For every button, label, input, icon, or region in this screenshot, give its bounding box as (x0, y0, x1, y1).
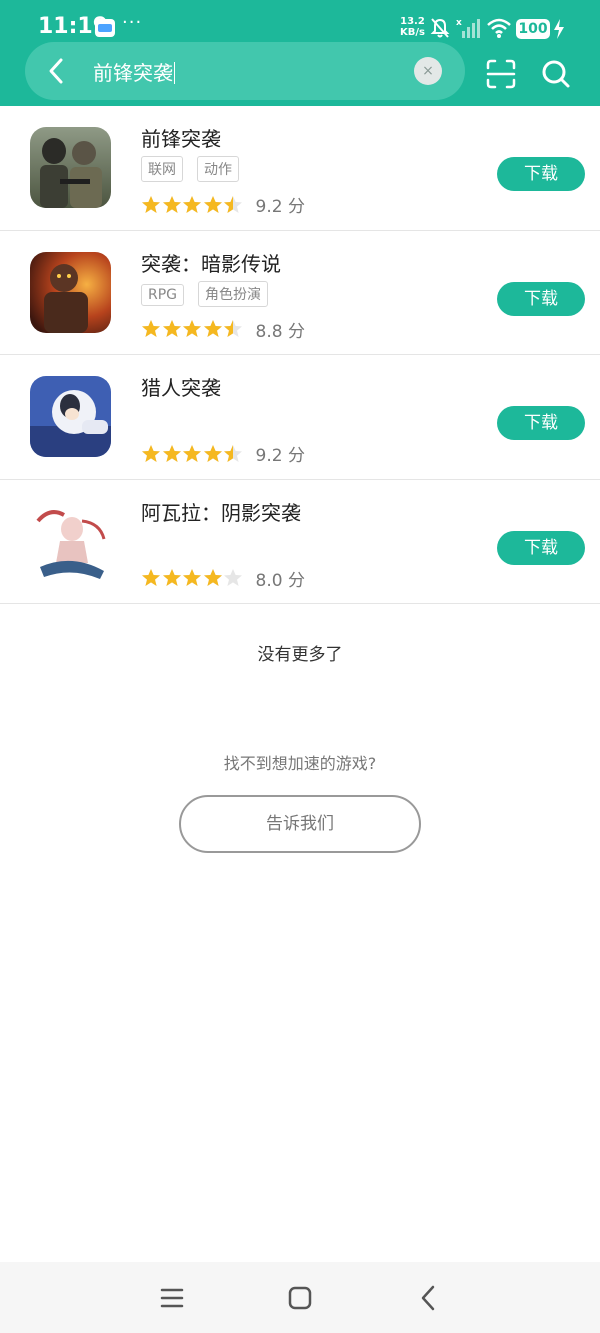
star-icon (203, 444, 222, 462)
star-icon (142, 195, 160, 213)
status-bar: 11:19 ··· 13.2 KB/s x 100 (0, 0, 600, 44)
star-icon (183, 195, 201, 213)
download-button[interactable]: 下载 (497, 406, 585, 440)
star-icon (203, 195, 222, 213)
home-icon[interactable] (288, 1286, 312, 1310)
star-rating-icons (141, 444, 244, 464)
tag-list: 联网 动作 (141, 156, 253, 182)
star-rating-icons (141, 319, 244, 339)
header: 11:19 ··· 13.2 KB/s x 100 前锋突袭 × (0, 0, 600, 106)
app-icon-avara-shadow-raid[interactable] (30, 500, 111, 582)
signal-icon: x (456, 18, 480, 38)
clear-search-button[interactable]: × (414, 57, 442, 85)
battery-level: 100 (516, 19, 550, 39)
tell-us-button[interactable]: 告诉我们 (179, 795, 421, 853)
app-name[interactable]: 突袭：暗影传说 (141, 248, 281, 277)
score: 8.8 分 (255, 321, 305, 342)
result-row[interactable]: 猎人突袭 9.2 分 下载 (0, 355, 600, 480)
star-icon (183, 320, 201, 337)
recent-apps-icon[interactable] (160, 1287, 184, 1309)
bell-muted-icon (430, 18, 450, 38)
text-caret (174, 62, 175, 84)
tag: 联网 (141, 156, 183, 182)
star-icon (224, 444, 242, 462)
system-nav-bar (0, 1262, 600, 1333)
search-bar[interactable]: 前锋突袭 × (25, 42, 465, 100)
star-rating-icons (141, 195, 244, 215)
rating: 8.0 分 (141, 566, 305, 591)
rating: 9.2 分 (141, 441, 305, 466)
result-row[interactable]: 阿瓦拉：阴影突袭 8.0 分 下载 (0, 480, 600, 604)
search-results-list: 前锋突袭 联网 动作 9.2 分 下载 突袭：暗影传说 RPG 角色扮演 8.8 分… (0, 106, 600, 604)
star-icon (224, 320, 242, 337)
score: 8.0 分 (255, 570, 305, 591)
download-button[interactable]: 下载 (497, 157, 585, 191)
star-icon (142, 320, 160, 337)
result-row[interactable]: 前锋突袭 联网 动作 9.2 分 下载 (0, 106, 600, 231)
star-icon (224, 195, 242, 213)
wifi-icon (487, 18, 511, 38)
net-speed: 13.2 KB/s (400, 16, 425, 38)
score: 9.2 分 (255, 197, 305, 217)
star-icon (162, 569, 181, 586)
rating: 9.2 分 (141, 192, 305, 217)
nav-back-icon[interactable] (418, 1285, 438, 1311)
app-name[interactable]: 前锋突袭 (141, 123, 221, 152)
star-rating-icons (141, 568, 244, 588)
star-icon (203, 320, 222, 337)
app-name[interactable]: 猎人突袭 (141, 372, 221, 401)
search-input[interactable]: 前锋突袭 (93, 57, 175, 86)
star-icon (142, 569, 160, 586)
score: 9.2 分 (255, 446, 305, 466)
rating: 8.8 分 (141, 317, 305, 342)
svg-text:x: x (456, 18, 462, 28)
star-icon (162, 444, 181, 462)
app-icon-raid-shadow-legends[interactable] (30, 251, 111, 333)
star-icon (203, 569, 222, 586)
cant-find-text: 找不到想加速的游戏? (223, 754, 377, 773)
star-icon (183, 444, 201, 462)
search-icon[interactable] (540, 58, 572, 90)
app-icon-hunter-raid[interactable] (30, 376, 111, 457)
net-speed-unit: KB/s (400, 27, 425, 38)
tag: 动作 (197, 156, 239, 182)
no-more-text: 没有更多了 (257, 645, 343, 665)
tag: 角色扮演 (198, 280, 269, 307)
star-icon (183, 569, 201, 586)
star-icon (224, 569, 242, 586)
download-button[interactable]: 下载 (497, 281, 585, 316)
star-icon (162, 320, 181, 337)
star-icon (162, 195, 181, 213)
back-arrow-icon[interactable] (45, 57, 67, 85)
net-speed-value: 13.2 (400, 16, 425, 27)
mail-icon (95, 19, 115, 37)
tag-list: RPG 角色扮演 (141, 280, 282, 307)
star-icon (142, 444, 160, 462)
result-row[interactable]: 突袭：暗影传说 RPG 角色扮演 8.8 分 下载 (0, 231, 600, 355)
search-query: 前锋突袭 (93, 61, 173, 85)
app-icon-vanguard-raid[interactable] (30, 127, 111, 208)
charging-icon (554, 19, 564, 39)
tag: RPG (141, 283, 185, 306)
download-button[interactable]: 下载 (497, 530, 585, 565)
app-name[interactable]: 阿瓦拉：阴影突袭 (141, 497, 301, 526)
scan-icon[interactable] (485, 58, 517, 90)
more-notifications-icon: ··· (122, 12, 143, 33)
